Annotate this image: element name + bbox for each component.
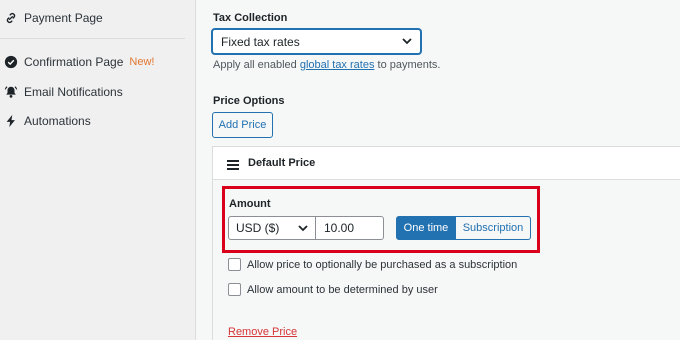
price-card-header[interactable]: Default Price [213,147,680,180]
sidebar: Payment Page Confirmation Page New! Emai… [0,0,196,340]
currency-value: USD ($) [236,221,280,235]
chevron-down-icon [297,222,309,234]
allow-user-amount-label: Allow amount to be determined by user [247,283,438,296]
bell-icon [4,85,18,99]
drag-handle-icon[interactable] [227,158,239,170]
price-options-label: Price Options [213,95,285,107]
amount-input[interactable]: 10.00 [315,216,384,240]
one-time-button[interactable]: One time [396,216,456,240]
currency-select[interactable]: USD ($) [228,216,316,240]
chevron-down-icon [401,35,413,47]
lightning-icon [4,114,18,128]
allow-subscription-label: Allow price to optionally be purchased a… [247,258,518,271]
sidebar-item-label: Payment Page [24,11,103,25]
tax-help-suffix: to payments. [374,59,441,71]
tax-help-text: Apply all enabled global tax rates to pa… [213,59,441,71]
add-price-button[interactable]: Add Price [212,112,273,138]
amount-label: Amount [229,198,271,210]
allow-subscription-row: Allow price to optionally be purchased a… [228,258,517,271]
billing-type-toggle: One time Subscription [396,216,531,240]
new-badge: New! [129,56,155,68]
remove-price-link[interactable]: Remove Price [228,326,297,338]
sidebar-item-payment-page[interactable]: Payment Page [4,8,103,28]
tax-collection-label: Tax Collection [213,12,288,24]
link-icon [4,11,18,25]
allow-user-amount-checkbox[interactable] [228,283,241,296]
sidebar-item-label: Confirmation Page [24,55,124,69]
sidebar-item-automations[interactable]: Automations [4,111,91,131]
sidebar-item-label: Email Notifications [24,85,123,99]
subscription-button[interactable]: Subscription [456,216,531,240]
sidebar-item-email-notifications[interactable]: Email Notifications [4,82,123,102]
tax-help-prefix: Apply all enabled [213,59,300,71]
tax-collection-value: Fixed tax rates [221,34,300,49]
sidebar-item-label: Automations [24,114,91,128]
allow-subscription-checkbox[interactable] [228,258,241,271]
check-circle-icon [4,55,18,69]
global-tax-rates-link[interactable]: global tax rates [300,59,375,71]
sidebar-divider [0,38,185,39]
sidebar-item-confirmation-page[interactable]: Confirmation Page New! [4,52,154,72]
allow-user-amount-row: Allow amount to be determined by user [228,283,438,296]
tax-collection-select[interactable]: Fixed tax rates [212,29,421,54]
price-card-title: Default Price [248,157,316,169]
